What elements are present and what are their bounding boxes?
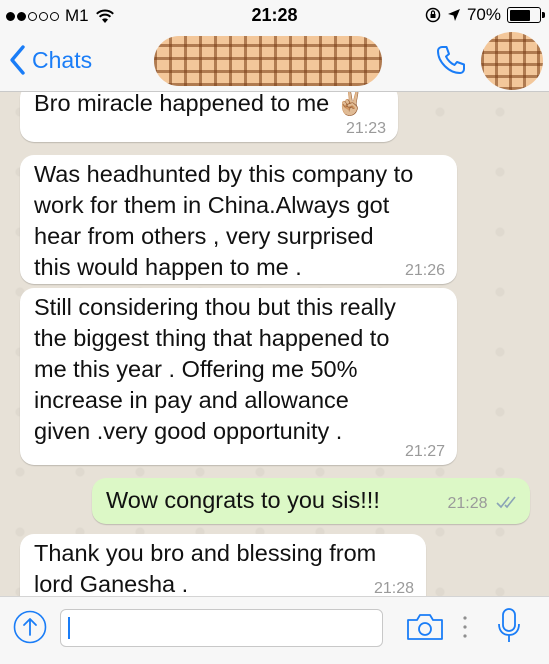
contact-name-redacted[interactable]: [154, 36, 382, 86]
read-double-check-icon: [496, 496, 516, 509]
message-text: me this year . Offering me 50%: [34, 356, 358, 382]
message-text: this would happen to me .: [34, 254, 302, 280]
message-time: 21:28: [447, 495, 488, 512]
message-text: increase in pay and allowance: [34, 387, 349, 413]
phone-call-icon[interactable]: [434, 43, 468, 77]
message-text: the biggest thing that happened to: [34, 325, 390, 351]
message-text: work for them in China.Always got: [34, 192, 390, 218]
message-text: hear from others , very surprised: [34, 223, 374, 249]
message-time: 21:23: [345, 120, 386, 137]
rotation-lock-icon: [425, 7, 441, 23]
battery-level-fill: [509, 9, 530, 21]
message-text: Bro miracle happened to me ✌🏼: [34, 92, 366, 116]
battery-percent: 70%: [466, 5, 501, 24]
message-bubble-incoming[interactable]: Was headhunted by this company to work f…: [20, 155, 457, 284]
message-time: 21:26: [404, 262, 445, 279]
location-arrow-icon: [447, 9, 460, 21]
contact-avatar[interactable]: [481, 32, 543, 90]
battery-icon: [507, 7, 545, 23]
message-list[interactable]: Bro miracle happened to me ✌🏼 21:23 Was …: [0, 92, 549, 596]
camera-icon[interactable]: [405, 612, 445, 642]
status-bar: M1 21:28 70%: [0, 0, 549, 30]
message-text: Thank you bro and blessing from: [34, 540, 377, 566]
separator-dots-icon: [463, 616, 467, 638]
message-text: given .very good opportunity .: [34, 418, 343, 444]
message-bubble-incoming[interactable]: Still considering thou but this really t…: [20, 288, 457, 465]
status-right: 70%: [425, 5, 545, 25]
chat-header: Chats: [0, 30, 549, 92]
chevron-left-icon: [10, 45, 25, 75]
message-bubble-incoming[interactable]: Thank you bro and blessing from lord Gan…: [20, 534, 426, 596]
message-text: Was headhunted by this company to: [34, 161, 414, 187]
message-bubble-outgoing[interactable]: Wow congrats to you sis!!! 21:28: [92, 478, 530, 524]
message-time-status: 21:28: [448, 495, 519, 513]
microphone-icon[interactable]: [497, 607, 521, 645]
message-time: 21:28: [373, 580, 414, 596]
text-cursor: [68, 617, 70, 639]
message-time: 21:27: [404, 443, 445, 460]
back-label: Chats: [32, 46, 93, 73]
back-to-chats-button[interactable]: Chats: [8, 44, 92, 76]
message-input[interactable]: [60, 609, 383, 647]
message-composer: [0, 596, 549, 664]
message-text: lord Ganesha .: [34, 571, 189, 596]
message-text: Still considering thou but this really: [34, 294, 396, 320]
attach-upload-icon[interactable]: [13, 610, 47, 644]
message-bubble-incoming[interactable]: Bro miracle happened to me ✌🏼 21:23: [20, 92, 398, 142]
